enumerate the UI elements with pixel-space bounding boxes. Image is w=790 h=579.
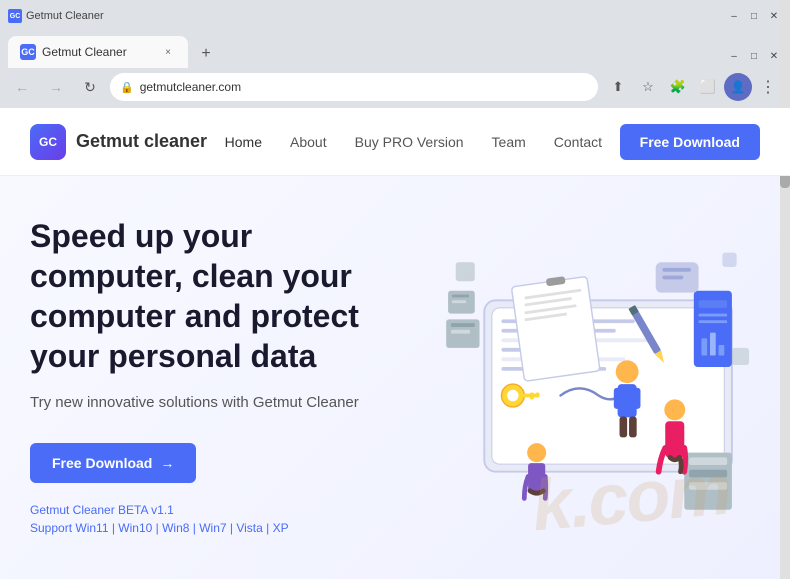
- nav-free-download-button[interactable]: Free Download: [620, 124, 760, 160]
- profile-button[interactable]: 👤: [724, 73, 752, 101]
- address-actions: ⬆ ☆ 🧩 ⬜ 👤 ⋮: [604, 73, 782, 101]
- scrollbar[interactable]: [780, 0, 790, 579]
- window-title: Getmut Cleaner: [26, 10, 104, 22]
- hero-support: Support Win11 | Win10 | Win8 | Win7 | Vi…: [30, 521, 410, 535]
- tab-bar: GC Getmut Cleaner × + – □ ✕: [0, 32, 790, 68]
- hero-cta-arrow: →: [160, 455, 174, 471]
- nav-links: Home About Buy PRO Version Team Contact: [225, 134, 602, 150]
- share-button[interactable]: ⬆: [604, 73, 632, 101]
- hero-cta-label: Free Download: [52, 455, 152, 471]
- restore-button[interactable]: □: [746, 8, 762, 24]
- cast-button[interactable]: ⬜: [694, 73, 722, 101]
- hero-section: Speed up your computer, clean your compu…: [0, 176, 790, 579]
- menu-button[interactable]: ⋮: [754, 73, 782, 101]
- lock-icon: 🔒: [120, 81, 134, 94]
- address-bar: ← → ↻ 🔒 getmutcleaner.com ⬆ ☆ 🧩 ⬜ 👤 ⋮: [0, 68, 790, 108]
- nav-logo: GC Getmut cleaner: [30, 124, 207, 160]
- address-input[interactable]: 🔒 getmutcleaner.com: [110, 73, 598, 101]
- logo-icon: GC: [30, 124, 66, 160]
- hero-cta-button[interactable]: Free Download →: [30, 443, 196, 483]
- forward-button[interactable]: →: [42, 73, 70, 101]
- extensions-button[interactable]: 🧩: [664, 73, 692, 101]
- website-content: GC Getmut cleaner Home About Buy PRO Ver…: [0, 108, 790, 579]
- hero-content: Speed up your computer, clean your compu…: [30, 216, 410, 535]
- watermark: k.com: [529, 449, 733, 548]
- address-text: getmutcleaner.com: [140, 80, 588, 94]
- new-tab-button[interactable]: +: [192, 40, 220, 68]
- nav-home[interactable]: Home: [225, 134, 262, 150]
- nav-team[interactable]: Team: [492, 134, 526, 150]
- nav-contact[interactable]: Contact: [554, 134, 602, 150]
- star-button[interactable]: ☆: [634, 73, 662, 101]
- title-bar: GC Getmut Cleaner – □ ✕: [0, 0, 790, 32]
- nav-about[interactable]: About: [290, 134, 327, 150]
- nav-pro[interactable]: Buy PRO Version: [355, 134, 464, 150]
- hero-version: Getmut Cleaner BETA v1.1: [30, 503, 410, 517]
- browser-restore[interactable]: □: [746, 48, 762, 64]
- tab-favicon: GC: [20, 44, 36, 60]
- tab-favicon-small: GC: [8, 9, 22, 23]
- hero-subtitle: Try new innovative solutions with Getmut…: [30, 392, 410, 415]
- tab-title: Getmut Cleaner: [42, 45, 154, 59]
- window-controls: – □ ✕: [726, 8, 782, 24]
- minimize-button[interactable]: –: [726, 8, 742, 24]
- brand-name: Getmut cleaner: [76, 131, 207, 152]
- browser-minimize[interactable]: –: [726, 48, 742, 64]
- active-tab[interactable]: GC Getmut Cleaner ×: [8, 36, 188, 68]
- site-nav: GC Getmut cleaner Home About Buy PRO Ver…: [0, 108, 790, 176]
- reload-button[interactable]: ↻: [76, 73, 104, 101]
- back-button[interactable]: ←: [8, 73, 36, 101]
- tab-close-button[interactable]: ×: [160, 44, 176, 60]
- hero-title: Speed up your computer, clean your compu…: [30, 216, 410, 376]
